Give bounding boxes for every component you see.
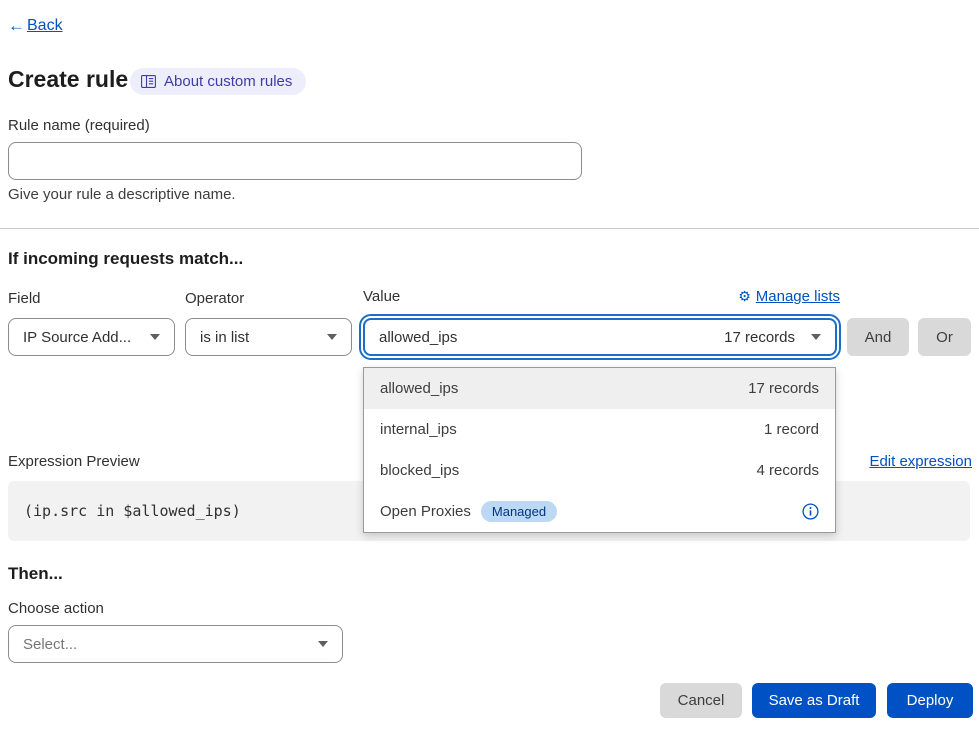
chevron-down-icon — [811, 334, 821, 340]
chevron-down-icon — [327, 334, 337, 340]
list-option-allowed-ips[interactable]: allowed_ips 17 records — [364, 368, 835, 409]
action-select-placeholder: Select... — [23, 636, 77, 653]
back-arrow-icon: ← — [8, 16, 25, 36]
managed-badge: Managed — [481, 501, 557, 522]
value-select-records: 17 records — [724, 329, 795, 346]
list-option-name: blocked_ips — [380, 462, 459, 479]
chevron-down-icon — [318, 641, 328, 647]
value-label: Value — [363, 288, 400, 305]
operator-select-value: is in list — [200, 329, 249, 346]
cancel-button[interactable]: Cancel — [660, 683, 742, 718]
section-divider — [0, 228, 979, 229]
list-option-open-proxies[interactable]: Open Proxies Managed — [364, 491, 835, 532]
and-button[interactable]: And — [847, 318, 909, 356]
choose-action-label: Choose action — [8, 600, 104, 617]
list-option-records: 1 record — [764, 421, 819, 438]
field-select-value: IP Source Add... — [23, 329, 131, 346]
list-option-name: allowed_ips — [380, 380, 458, 397]
info-icon[interactable] — [802, 503, 819, 520]
manage-lists-link[interactable]: ⚙ Manage lists — [738, 288, 840, 305]
rule-name-label: Rule name (required) — [8, 117, 150, 134]
expression-code: (ip.src in $allowed_ips) — [24, 481, 241, 541]
expression-preview-label: Expression Preview — [8, 453, 140, 470]
action-select[interactable]: Select... — [8, 625, 343, 663]
create-rule-page: ← Back Create rule About custom rules Ru… — [0, 0, 979, 739]
then-section-heading: Then... — [8, 564, 63, 584]
list-option-records: 4 records — [756, 462, 819, 479]
book-icon — [141, 75, 156, 88]
rule-name-input[interactable] — [8, 142, 582, 180]
about-custom-rules-link[interactable]: About custom rules — [130, 68, 306, 95]
edit-expression-link[interactable]: Edit expression — [869, 453, 972, 470]
list-option-name: internal_ips — [380, 421, 457, 438]
operator-label: Operator — [185, 290, 244, 307]
operator-select[interactable]: is in list — [185, 318, 352, 356]
value-select[interactable]: allowed_ips 17 records — [363, 318, 837, 356]
list-option-blocked-ips[interactable]: blocked_ips 4 records — [364, 450, 835, 491]
list-option-records: 17 records — [748, 380, 819, 397]
about-custom-rules-label: About custom rules — [164, 73, 292, 90]
rule-name-helper: Give your rule a descriptive name. — [8, 186, 236, 203]
match-section-heading: If incoming requests match... — [8, 249, 243, 269]
field-select[interactable]: IP Source Add... — [8, 318, 175, 356]
gear-icon: ⚙ — [738, 289, 751, 305]
value-header-row: Value ⚙ Manage lists — [363, 288, 840, 305]
page-title: Create rule — [8, 66, 128, 93]
list-dropdown: allowed_ips 17 records internal_ips 1 re… — [363, 367, 836, 533]
chevron-down-icon — [150, 334, 160, 340]
deploy-button[interactable]: Deploy — [887, 683, 973, 718]
manage-lists-label: Manage lists — [756, 288, 840, 305]
value-select-value: allowed_ips — [379, 329, 457, 346]
list-option-internal-ips[interactable]: internal_ips 1 record — [364, 409, 835, 450]
back-label: Back — [27, 17, 63, 35]
field-label: Field — [8, 290, 41, 307]
or-button[interactable]: Or — [918, 318, 971, 356]
save-as-draft-button[interactable]: Save as Draft — [752, 683, 876, 718]
list-option-name: Open Proxies — [380, 503, 471, 520]
back-link[interactable]: ← Back — [8, 16, 63, 36]
